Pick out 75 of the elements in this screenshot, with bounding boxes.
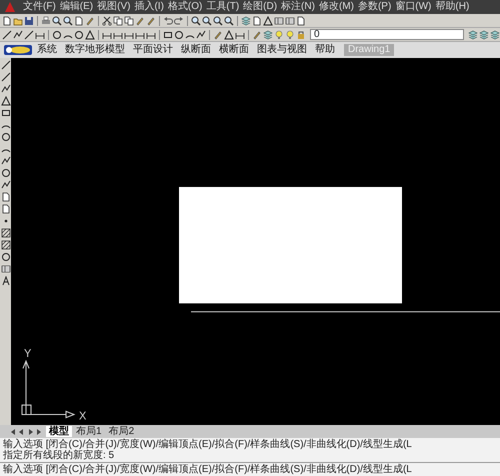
- save-icon[interactable]: [24, 16, 34, 26]
- lightbulb-icon[interactable]: [285, 30, 295, 40]
- layers-icon[interactable]: [468, 30, 478, 40]
- circle-icon[interactable]: [0, 132, 10, 142]
- layers-icon[interactable]: [490, 30, 500, 40]
- menu-item[interactable]: 视图(V): [95, 1, 132, 13]
- menu-item[interactable]: 标注(N): [279, 1, 317, 13]
- menu-item[interactable]: 窗口(W): [393, 1, 434, 13]
- menu-item[interactable]: 编辑(E): [58, 1, 96, 13]
- menu-item[interactable]: 插入(I): [132, 1, 166, 13]
- zoom-icon[interactable]: [52, 16, 62, 26]
- layer-dropdown[interactable]: 0: [310, 29, 464, 40]
- menu-item[interactable]: 格式(O): [166, 1, 204, 13]
- table-icon[interactable]: [285, 16, 295, 26]
- menu-item[interactable]: 绘图(D): [241, 1, 280, 13]
- polyline-icon[interactable]: [0, 84, 10, 94]
- menu-item[interactable]: 数字地形模型: [62, 44, 128, 56]
- line-icon[interactable]: [2, 30, 12, 40]
- menu-item[interactable]: 修改(M): [316, 1, 356, 13]
- triangle-icon[interactable]: [0, 96, 10, 106]
- axis-label: Y: [24, 348, 32, 360]
- table-icon[interactable]: [274, 16, 284, 26]
- zoom-icon[interactable]: [224, 16, 234, 26]
- lock-icon[interactable]: [296, 30, 306, 40]
- layers-icon[interactable]: [479, 30, 489, 40]
- zoom-icon[interactable]: [202, 16, 212, 26]
- printer-icon[interactable]: [41, 16, 51, 26]
- polyline-icon[interactable]: [0, 180, 10, 190]
- circle-icon[interactable]: [0, 252, 10, 262]
- command-history-line: 输入选项 [闭合(C)/合并(J)/宽度(W)/编辑顶点(E)/拟合(F)/样条曲线(S)/非曲线化(D)/线型生成(L: [3, 439, 413, 450]
- zoom-icon[interactable]: [213, 16, 223, 26]
- command-prompt: 输入选项 [闭合(C)/合并(J)/宽度(W)/编辑顶点(E)/拟合(F)/样条曲线(S)/非曲线化(D)/线型生成(L: [3, 464, 413, 475]
- rectangle-icon[interactable]: [0, 108, 10, 118]
- line-icon[interactable]: [0, 60, 10, 70]
- polyline-icon[interactable]: [13, 30, 23, 40]
- hatch-icon[interactable]: [0, 240, 10, 250]
- lightbulb-icon[interactable]: [274, 30, 284, 40]
- layers-icon[interactable]: [241, 16, 251, 26]
- layout-tab[interactable]: 模型: [46, 426, 72, 437]
- zoom-icon[interactable]: [191, 16, 201, 26]
- circle-icon[interactable]: [74, 30, 84, 40]
- polyline-icon[interactable]: [0, 156, 10, 166]
- menu-item[interactable]: 帮助(H): [433, 1, 472, 13]
- circle-icon[interactable]: [0, 168, 10, 178]
- menu-item[interactable]: 文件(F): [21, 1, 58, 13]
- line-icon[interactable]: [0, 72, 10, 82]
- scissors-icon[interactable]: [102, 16, 112, 26]
- axis-label: X: [79, 410, 86, 423]
- layers-icon[interactable]: [263, 30, 273, 40]
- menu-item[interactable]: 系统: [34, 44, 60, 56]
- triangle-icon[interactable]: [224, 30, 234, 40]
- table-icon[interactable]: [0, 264, 10, 274]
- menu-item[interactable]: 横断面: [216, 44, 252, 56]
- text-icon[interactable]: [0, 276, 10, 286]
- triangle-icon[interactable]: [85, 30, 95, 40]
- menu-item[interactable]: 帮助: [312, 44, 338, 56]
- line-icon[interactable]: [24, 30, 34, 40]
- rectangle-icon[interactable]: [163, 30, 173, 40]
- undo-icon[interactable]: [163, 16, 173, 26]
- menu-item[interactable]: 参数(P): [356, 1, 394, 13]
- menu-item[interactable]: 平面设计: [130, 44, 176, 56]
- command-history-line: 指定所有线段的新宽度: 5: [3, 450, 116, 461]
- triangle-icon[interactable]: [263, 16, 273, 26]
- zoom-icon[interactable]: [63, 16, 73, 26]
- redo-icon[interactable]: [174, 16, 184, 26]
- menu-item[interactable]: 工具(T): [204, 1, 242, 13]
- logo-icon: [4, 44, 32, 56]
- ucs-icon: [21, 360, 76, 418]
- circle-icon[interactable]: [174, 30, 184, 40]
- tab-navigation-icon[interactable]: [10, 428, 42, 436]
- circle-icon[interactable]: [52, 30, 62, 40]
- menu-item[interactable]: 纵断面: [178, 44, 214, 56]
- menu-item[interactable]: 图表与视图: [254, 44, 310, 56]
- polyline-icon[interactable]: [196, 30, 206, 40]
- hatch-icon[interactable]: [0, 228, 10, 238]
